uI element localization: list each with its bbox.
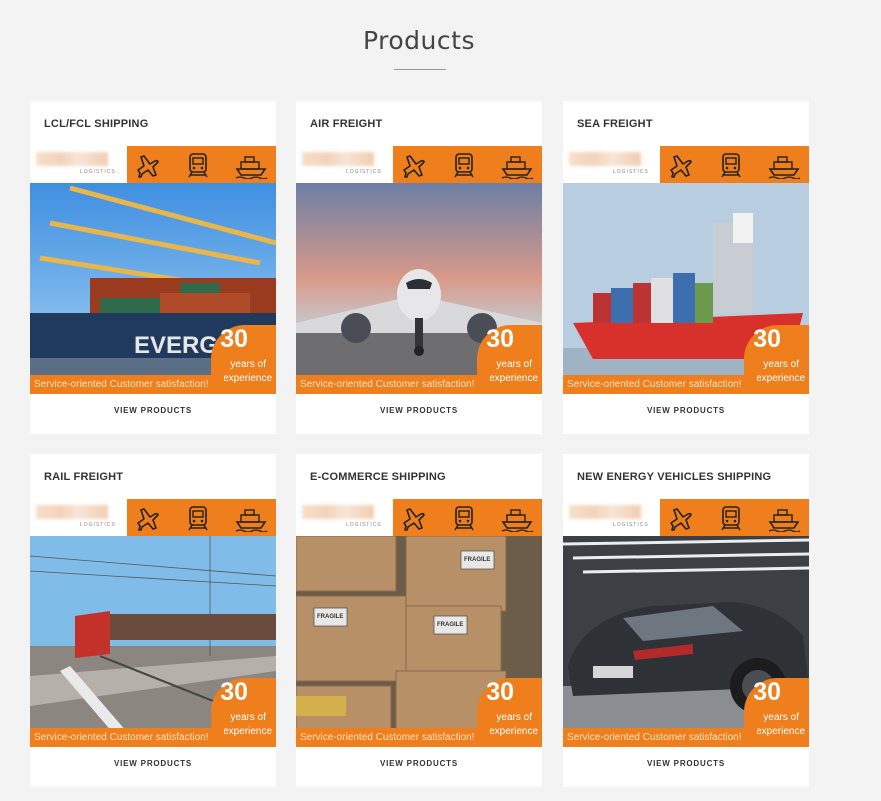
section-title: Products [363, 26, 475, 55]
train-icon [454, 506, 474, 531]
logo-caption: LOGISTICS [613, 169, 649, 175]
card-title: AIR FREIGHT [310, 118, 383, 130]
view-products-button[interactable]: VIEW PRODUCTS [563, 759, 809, 768]
card-banner: LOGISTICS [563, 499, 809, 536]
freight-train-photo: 30 years of experience Service-oriented … [30, 536, 276, 747]
airplane-icon [403, 508, 425, 531]
badge-text-line2: experience [756, 726, 805, 737]
ship-icon [235, 156, 268, 179]
card-title: E-COMMERCE SHIPPING [310, 471, 446, 483]
airplane-icon [137, 155, 159, 178]
products-section: Products LCL/FCL SHIPPING LOGISTICS EVER… [0, 0, 881, 801]
airplane-icon [670, 155, 692, 178]
product-card-rail-freight[interactable]: RAIL FREIGHT LOGISTICS 30 years of exper… [30, 454, 276, 787]
badge-number: 30 [753, 325, 781, 353]
card-title: LCL/FCL SHIPPING [44, 118, 149, 130]
ship-icon [768, 156, 801, 179]
badge-text-line1: years of [496, 712, 532, 723]
svg-text:FRAGILE: FRAGILE [437, 622, 463, 628]
container-ship-photo: EVERGR 30 years of experience Service-or… [30, 183, 276, 394]
cardboard-boxes-photo: FRAGILE FRAGILE FRAGILE 30 years of experi… [296, 536, 542, 747]
ship-icon [768, 509, 801, 532]
card-banner: LOGISTICS [30, 499, 276, 536]
view-products-button[interactable]: VIEW PRODUCTS [30, 759, 276, 768]
ship-icon [501, 509, 534, 532]
view-products-button[interactable]: VIEW PRODUCTS [296, 759, 542, 768]
product-card-new-energy-vehicles[interactable]: NEW ENERGY VEHICLES SHIPPING LOGISTICS 3… [563, 454, 809, 787]
badge-text-line2: experience [223, 373, 272, 384]
badge-number: 30 [220, 325, 248, 353]
badge-number: 30 [486, 325, 514, 353]
badge-text-line1: years of [230, 359, 266, 370]
badge-number: 30 [220, 678, 248, 706]
badge-text-line2: experience [223, 726, 272, 737]
logo-caption: LOGISTICS [80, 169, 116, 175]
card-banner: LOGISTICS [296, 499, 542, 536]
airplane-photo: 30 years of experience Service-oriented … [296, 183, 542, 394]
title-divider [394, 69, 446, 70]
product-card-air-freight[interactable]: AIR FREIGHT LOGISTICS 30 years of experi… [296, 101, 542, 434]
company-logo: LOGISTICS [563, 146, 660, 183]
badge-text-line2: experience [756, 373, 805, 384]
train-icon [454, 153, 474, 178]
product-card-lcl-fcl[interactable]: LCL/FCL SHIPPING LOGISTICS EVERGR 30 yea… [30, 101, 276, 434]
view-products-button[interactable]: VIEW PRODUCTS [563, 406, 809, 415]
company-logo: LOGISTICS [296, 499, 393, 536]
svg-text:FRAGILE: FRAGILE [317, 614, 343, 620]
card-title: NEW ENERGY VEHICLES SHIPPING [577, 471, 772, 483]
product-card-ecommerce[interactable]: E-COMMERCE SHIPPING LOGISTICS FRAGILE FR… [296, 454, 542, 787]
company-logo: LOGISTICS [563, 499, 660, 536]
view-products-button[interactable]: VIEW PRODUCTS [296, 406, 542, 415]
tagline: Service-oriented Customer satisfaction! [30, 728, 224, 747]
logo-caption: LOGISTICS [613, 522, 649, 528]
company-logo: LOGISTICS [30, 146, 127, 183]
logo-caption: LOGISTICS [80, 522, 116, 528]
card-banner: LOGISTICS [296, 146, 542, 183]
badge-number: 30 [486, 678, 514, 706]
card-title: SEA FREIGHT [577, 118, 653, 130]
tagline: Service-oriented Customer satisfaction! [563, 728, 757, 747]
airplane-icon [403, 155, 425, 178]
product-card-sea-freight[interactable]: SEA FREIGHT LOGISTICS 30 years of experi… [563, 101, 809, 434]
cargo-ship-photo: 30 years of experience Service-oriented … [563, 183, 809, 394]
tagline: Service-oriented Customer satisfaction! [296, 375, 490, 394]
ship-icon [235, 509, 268, 532]
card-title: RAIL FREIGHT [44, 471, 124, 483]
badge-text-line1: years of [763, 712, 799, 723]
logo-caption: LOGISTICS [346, 169, 382, 175]
airplane-icon [670, 508, 692, 531]
tagline: Service-oriented Customer satisfaction! [563, 375, 757, 394]
tagline: Service-oriented Customer satisfaction! [30, 375, 224, 394]
logo-caption: LOGISTICS [346, 522, 382, 528]
card-banner: LOGISTICS [563, 146, 809, 183]
airplane-icon [137, 508, 159, 531]
badge-text-line1: years of [763, 359, 799, 370]
card-banner: LOGISTICS [30, 146, 276, 183]
badge-number: 30 [753, 678, 781, 706]
badge-text-line1: years of [230, 712, 266, 723]
badge-text-line2: experience [489, 373, 538, 384]
tagline: Service-oriented Customer satisfaction! [296, 728, 490, 747]
badge-text-line1: years of [496, 359, 532, 370]
train-icon [721, 153, 741, 178]
badge-text-line2: experience [489, 726, 538, 737]
sports-car-photo: 30 years of experience Service-oriented … [563, 536, 809, 747]
train-icon [188, 506, 208, 531]
company-logo: LOGISTICS [30, 499, 127, 536]
svg-text:FRAGILE: FRAGILE [464, 557, 490, 563]
view-products-button[interactable]: VIEW PRODUCTS [30, 406, 276, 415]
ship-icon [501, 156, 534, 179]
train-icon [188, 153, 208, 178]
train-icon [721, 506, 741, 531]
company-logo: LOGISTICS [296, 146, 393, 183]
